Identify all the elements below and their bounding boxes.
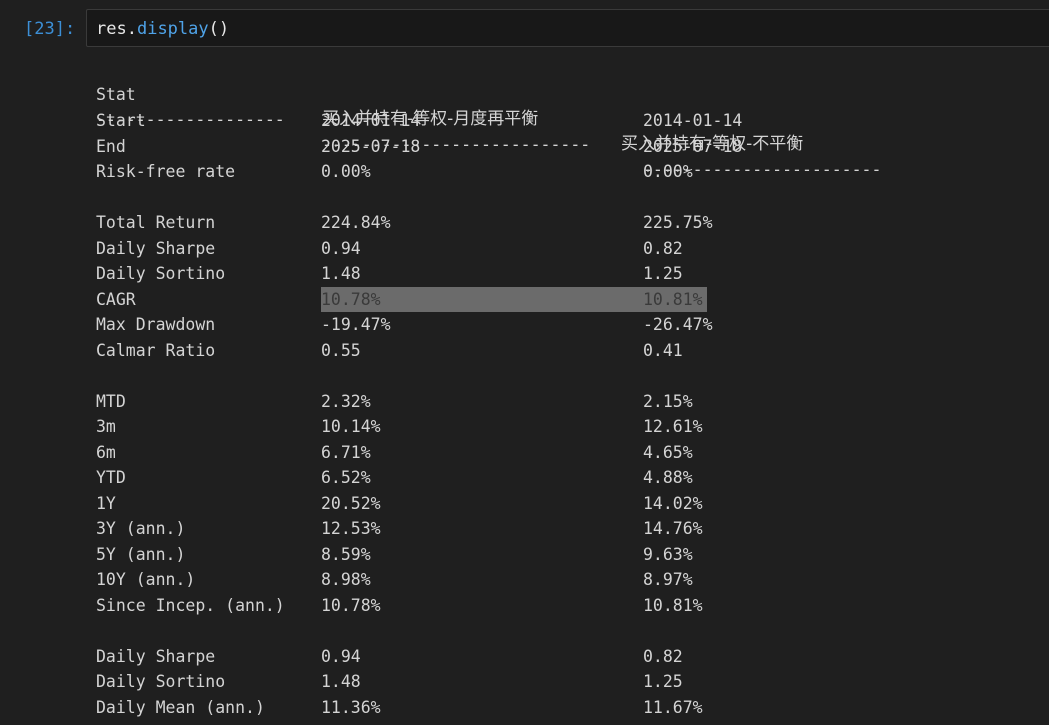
row-stat-label: 3m <box>96 417 116 436</box>
row-value-strategy-2: 0.82 <box>643 238 683 258</box>
row-value-strategy-2: 1.25 <box>643 264 683 283</box>
row-stat-label: 5Y (ann.) <box>96 544 186 564</box>
code-function: display <box>136 19 209 39</box>
row-value-strategy-1: 20.52% <box>321 493 381 513</box>
row-value-strategy-1: 6.52% <box>321 468 371 487</box>
cell-execution-count: [23]: <box>24 19 76 39</box>
row-value-strategy-2: -26.47% <box>643 315 713 334</box>
table-header-row: Stat 买入并持有-等权-月度再平衡 买入并持有-等权-不平衡 <box>96 57 1036 154</box>
row-value-strategy-1: 8.59% <box>321 544 371 564</box>
row-value-strategy-1: 2025-07-18 <box>321 136 421 156</box>
table-row: Daily Mean (ann.) 11.36% 11.67% <box>96 695 1036 720</box>
row-value-strategy-1: 8.98% <box>321 570 371 589</box>
code-cell-input[interactable]: res.display() <box>86 9 1049 47</box>
row-value-strategy-1: -19.47% <box>321 315 391 334</box>
row-value-strategy-2: 1.25 <box>643 672 683 691</box>
table-row: Start 2014-01-14 2014-01-14 <box>96 108 1036 133</box>
row-value-strategy-1: 0.55 <box>321 340 361 360</box>
table-row: Total Return 224.84% 225.75% <box>96 210 1036 235</box>
row-stat-label: Total Return <box>96 213 216 232</box>
row-stat-label: Start <box>96 111 146 130</box>
row-value-strategy-2: 225.75% <box>643 213 713 232</box>
table-row <box>96 363 1036 388</box>
code-line[interactable]: res.display() <box>96 17 229 41</box>
table-row: CAGR 10.78% 10.81% <box>96 287 1036 312</box>
table-row <box>96 185 1036 210</box>
table-row: 1Y 20.52% 14.02% <box>96 491 1036 516</box>
row-value-strategy-1: 1.48 <box>321 672 361 691</box>
table-row: MTD 2.32% 2.15% <box>96 389 1036 414</box>
row-value-strategy-2: 0.82 <box>643 646 683 666</box>
row-value-strategy-1: 1.48 <box>321 264 361 283</box>
row-value-strategy-2: 14.76% <box>643 519 703 538</box>
table-row: 10Y (ann.) 8.98% 8.97% <box>96 567 1036 592</box>
code-variable: res <box>96 19 127 39</box>
row-value-strategy-2: 9.63% <box>643 544 693 564</box>
table-row: Calmar Ratio 0.55 0.41 <box>96 338 1036 363</box>
row-stat-label: End <box>96 136 126 156</box>
row-value-strategy-1: 11.36% <box>321 697 381 717</box>
table-row: Max Drawdown -19.47% -26.47% <box>96 312 1036 337</box>
table-row: Daily Sortino 1.48 1.25 <box>96 669 1036 694</box>
table-row: YTD 6.52% 4.88% <box>96 465 1036 490</box>
table-row: 6m 6.71% 4.65% <box>96 440 1036 465</box>
row-stat-label: Max Drawdown <box>96 315 216 334</box>
row-stat-label: MTD <box>96 391 126 411</box>
table-row: 3Y (ann.) 12.53% 14.76% <box>96 516 1036 541</box>
table-separator-row: ------------------- --------------------… <box>96 82 1036 179</box>
row-value-strategy-2: 0.41 <box>643 340 683 360</box>
row-value-strategy-1: 12.53% <box>321 519 381 538</box>
row-value-strategy-2: 4.88% <box>643 468 693 487</box>
row-value-strategy-1: 0.94 <box>321 646 361 666</box>
row-stat-label: 1Y <box>96 493 116 513</box>
row-value-strategy-2: 2.15% <box>643 391 693 411</box>
row-stat-label: YTD <box>96 468 126 487</box>
row-value-strategy-1: 10.14% <box>321 417 381 436</box>
row-stat-label: Calmar Ratio <box>96 340 216 360</box>
row-stat-label: Daily Sortino <box>96 672 226 691</box>
row-stat-label: CAGR <box>96 289 136 309</box>
table-row: Daily Sharpe 0.94 0.82 <box>96 236 1036 261</box>
row-stat-label: Daily Sortino <box>96 264 226 283</box>
row-value-strategy-2: 0.00% <box>643 162 693 181</box>
row-value-strategy-1: 6.71% <box>321 442 371 462</box>
table-row: 3m 10.14% 12.61% <box>96 414 1036 439</box>
row-value-strategy-2: 2014-01-14 <box>643 111 743 130</box>
row-value-strategy-1: 2.32% <box>321 391 371 411</box>
row-stat-label: 10Y (ann.) <box>96 570 196 589</box>
code-dot: . <box>126 19 137 39</box>
row-value-strategy-2: 2025-07-18 <box>643 136 743 156</box>
table-row: Since Incep. (ann.) 10.78% 10.81% <box>96 593 1036 618</box>
row-value-strategy-1: 224.84% <box>321 213 391 232</box>
row-value-strategy-2: 11.67% <box>643 697 703 717</box>
row-value-strategy-1: 0.94 <box>321 238 361 258</box>
row-value-strategy-2: 8.97% <box>643 570 693 589</box>
row-value-strategy-2: 10.81% <box>643 595 703 615</box>
code-parens: () <box>208 19 230 39</box>
row-stat-label: Risk-free rate <box>96 162 236 181</box>
row-stat-label: Daily Sharpe <box>96 238 216 258</box>
row-stat-label: Daily Sharpe <box>96 646 216 666</box>
row-value-strategy-2: 10.81% <box>643 289 703 309</box>
row-value-strategy-2: 4.65% <box>643 442 693 462</box>
row-value-strategy-1: 10.78% <box>321 595 381 615</box>
table-row: Daily Sharpe 0.94 0.82 <box>96 644 1036 669</box>
row-stat-label: Daily Mean (ann.) <box>96 697 265 717</box>
table-row: Daily Sortino 1.48 1.25 <box>96 261 1036 286</box>
row-value-strategy-1: 10.78% <box>321 289 381 309</box>
row-value-strategy-2: 12.61% <box>643 417 703 436</box>
row-stat-label: 6m <box>96 442 116 462</box>
row-value-strategy-1: 0.00% <box>321 162 371 181</box>
table-row: End 2025-07-18 2025-07-18 <box>96 134 1036 159</box>
row-stat-label: Since Incep. (ann.) <box>96 595 285 615</box>
row-value-strategy-1: 2014-01-14 <box>321 111 421 130</box>
table-row: Risk-free rate 0.00% 0.00% <box>96 159 1036 184</box>
table-row: 5Y (ann.) 8.59% 9.63% <box>96 542 1036 567</box>
row-value-strategy-2: 14.02% <box>643 493 703 513</box>
cell-output[interactable]: Stat 买入并持有-等权-月度再平衡 买入并持有-等权-不平衡 -------… <box>96 57 1036 725</box>
table-row <box>96 618 1036 643</box>
row-stat-label: 3Y (ann.) <box>96 519 186 538</box>
